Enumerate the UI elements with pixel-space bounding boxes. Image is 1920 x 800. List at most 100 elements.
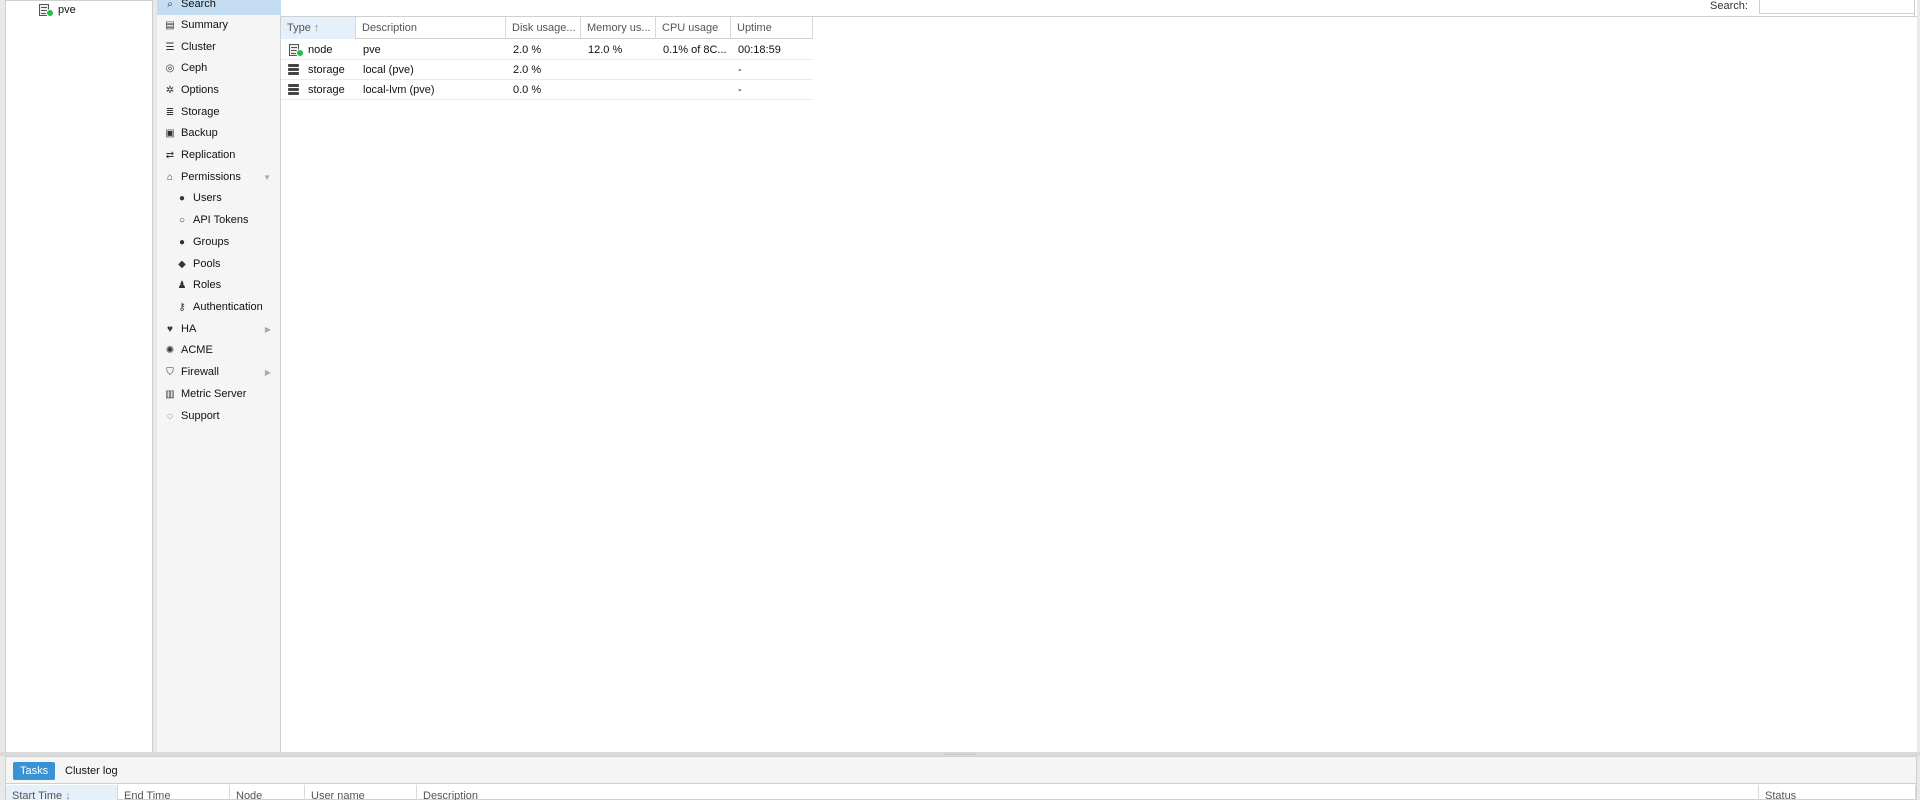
nav-item-metric-server[interactable]: ▥ Metric Server bbox=[157, 383, 281, 405]
cell-uptime: 00:18:59 bbox=[738, 44, 781, 56]
column-description[interactable]: Description bbox=[417, 785, 1759, 800]
nav-item-label: Cluster bbox=[181, 41, 216, 53]
nav-item-label: Options bbox=[181, 84, 219, 96]
comments-icon: ◌ bbox=[167, 410, 173, 422]
nav-item-ha[interactable]: ♥ HA ▶ bbox=[157, 318, 281, 340]
search-input[interactable] bbox=[1759, 0, 1915, 14]
nav-item-summary[interactable]: ▤ Summary bbox=[157, 14, 281, 36]
resource-tree: pve bbox=[5, 0, 154, 752]
nav-item-acme[interactable]: ✺ ACME bbox=[157, 339, 281, 361]
node-online-icon bbox=[38, 3, 54, 17]
nav-item-storage[interactable]: ≣ Storage bbox=[157, 101, 281, 123]
nav-item-label: API Tokens bbox=[193, 214, 249, 226]
nav-item-cluster[interactable]: ☰ Cluster bbox=[157, 36, 281, 58]
column-uptime[interactable]: Uptime bbox=[731, 17, 813, 39]
column-start-time[interactable]: Start Time ↓ bbox=[6, 785, 118, 800]
nav-item-label: HA bbox=[181, 323, 197, 335]
search-icon: ⌕ bbox=[167, 0, 173, 10]
nav-item-label: ACME bbox=[181, 344, 213, 356]
cell-type: node bbox=[308, 44, 333, 56]
search-panel: Search: Type ↑ Description Disk usage...… bbox=[281, 0, 1917, 752]
cell-memory bbox=[581, 60, 656, 80]
cell-memory: 12.0 % bbox=[588, 44, 623, 56]
tasks-grid-header: Start Time ↓ End Time Node User name Des… bbox=[6, 785, 1916, 800]
cell-uptime: - bbox=[738, 84, 742, 96]
cell-type: storage bbox=[308, 84, 345, 96]
nav-item-options[interactable]: ✲ Options bbox=[157, 79, 281, 101]
ceph-icon: ◎ bbox=[165, 62, 175, 74]
column-node[interactable]: Node bbox=[230, 785, 305, 800]
column-end-time[interactable]: End Time bbox=[118, 785, 230, 800]
key-icon: ⚷ bbox=[178, 301, 186, 313]
cell-disk: 2.0 % bbox=[513, 44, 542, 56]
table-row[interactable]: storage local (pve) 2.0 % - bbox=[281, 60, 813, 80]
column-description[interactable]: Description bbox=[356, 17, 506, 39]
nav-item-users[interactable]: ● Users bbox=[157, 187, 281, 209]
nav-item-label: Replication bbox=[181, 149, 236, 161]
log-tabbar: Tasks Cluster log bbox=[6, 757, 1916, 784]
unlock-icon: ⌂ bbox=[166, 171, 174, 183]
chevron-right-icon[interactable]: ▶ bbox=[265, 368, 271, 377]
nav-item-replication[interactable]: ⇄ Replication bbox=[157, 144, 281, 166]
nav-item-firewall[interactable]: ⛉ Firewall ▶ bbox=[157, 361, 281, 383]
cell-disk: 2.0 % bbox=[513, 64, 542, 76]
user-outline-icon: ○ bbox=[178, 214, 186, 226]
search-label: Search: bbox=[1710, 0, 1748, 12]
male-icon: ♟ bbox=[177, 279, 187, 291]
cell-memory bbox=[581, 80, 656, 100]
nav-item-label: Pools bbox=[193, 258, 221, 270]
nav-item-roles[interactable]: ♟ Roles bbox=[157, 274, 281, 296]
nav-item-label: Firewall bbox=[181, 366, 219, 378]
column-memory-usage[interactable]: Memory us... bbox=[581, 17, 656, 39]
users-icon: ● bbox=[178, 236, 186, 248]
cell-cpu: 0.1% of 8C... bbox=[663, 44, 727, 56]
nav-item-label: Users bbox=[193, 192, 222, 204]
floppy-icon: ▣ bbox=[165, 127, 175, 139]
table-row[interactable]: storage local-lvm (pve) 0.0 % - bbox=[281, 80, 813, 100]
nav-item-groups[interactable]: ● Groups bbox=[157, 231, 281, 253]
chevron-right-icon[interactable]: ▶ bbox=[265, 325, 271, 334]
splitter-handle[interactable] bbox=[944, 753, 976, 755]
nav-item-ceph[interactable]: ◎ Ceph bbox=[157, 57, 281, 79]
column-cpu-usage[interactable]: CPU usage bbox=[656, 17, 731, 39]
chevron-down-icon[interactable]: ▼ bbox=[263, 173, 271, 182]
cell-type: storage bbox=[308, 64, 345, 76]
column-type[interactable]: Type ↑ bbox=[281, 17, 356, 39]
cell-description: pve bbox=[363, 44, 381, 56]
nav-item-support[interactable]: ◌ Support bbox=[157, 405, 281, 427]
column-disk-usage[interactable]: Disk usage... bbox=[506, 17, 581, 39]
server-icon: ☰ bbox=[165, 41, 175, 53]
retweet-icon: ⇄ bbox=[165, 149, 175, 161]
nav-item-api-tokens[interactable]: ○ API Tokens bbox=[157, 209, 281, 231]
table-row[interactable]: node pve 2.0 % 12.0 % 0.1% of 8C... 00:1… bbox=[281, 40, 813, 60]
log-panel: Tasks Cluster log Start Time ↓ End Time … bbox=[5, 756, 1917, 800]
nav-item-label: Authentication bbox=[193, 301, 263, 313]
book-icon: ▤ bbox=[165, 19, 175, 31]
column-user-name[interactable]: User name bbox=[305, 785, 417, 800]
nav-item-label: Storage bbox=[181, 106, 220, 118]
column-label: Type bbox=[287, 22, 311, 34]
nav-item-pools[interactable]: ◆ Pools bbox=[157, 253, 281, 275]
shield-icon: ⛉ bbox=[166, 366, 174, 378]
nav-item-permissions[interactable]: ⌂ Permissions ▼ bbox=[157, 166, 281, 188]
tab-tasks[interactable]: Tasks bbox=[13, 762, 56, 780]
grid-header: Type ↑ Description Disk usage... Memory … bbox=[281, 17, 813, 39]
bar-chart-icon: ▥ bbox=[165, 388, 175, 400]
nav-item-label: Summary bbox=[181, 19, 229, 31]
nav-item-search[interactable]: ⌕ Search bbox=[157, 0, 281, 15]
nav-item-label: Permissions bbox=[181, 171, 241, 183]
nav-item-backup[interactable]: ▣ Backup bbox=[157, 122, 281, 144]
heartbeat-icon: ♥ bbox=[167, 323, 173, 335]
datacenter-nav: ⌕ Search ▤ Summary ☰ Cluster ◎ Ceph ✲ Options… bbox=[157, 0, 281, 752]
certificate-icon: ✺ bbox=[165, 344, 175, 356]
nav-item-label: Roles bbox=[193, 279, 222, 291]
sort-desc-icon: ↓ bbox=[65, 790, 71, 800]
tree-expander-icon[interactable] bbox=[26, 6, 34, 14]
tree-top-border bbox=[6, 0, 154, 1]
cell-disk: 0.0 % bbox=[513, 84, 542, 96]
tree-node-pve[interactable]: pve bbox=[26, 2, 76, 18]
column-status[interactable]: Status bbox=[1759, 785, 1916, 800]
nav-item-label: Ceph bbox=[181, 62, 208, 74]
tab-cluster-log[interactable]: Cluster log bbox=[58, 762, 125, 780]
nav-item-authentication[interactable]: ⚷ Authentication bbox=[157, 296, 281, 318]
